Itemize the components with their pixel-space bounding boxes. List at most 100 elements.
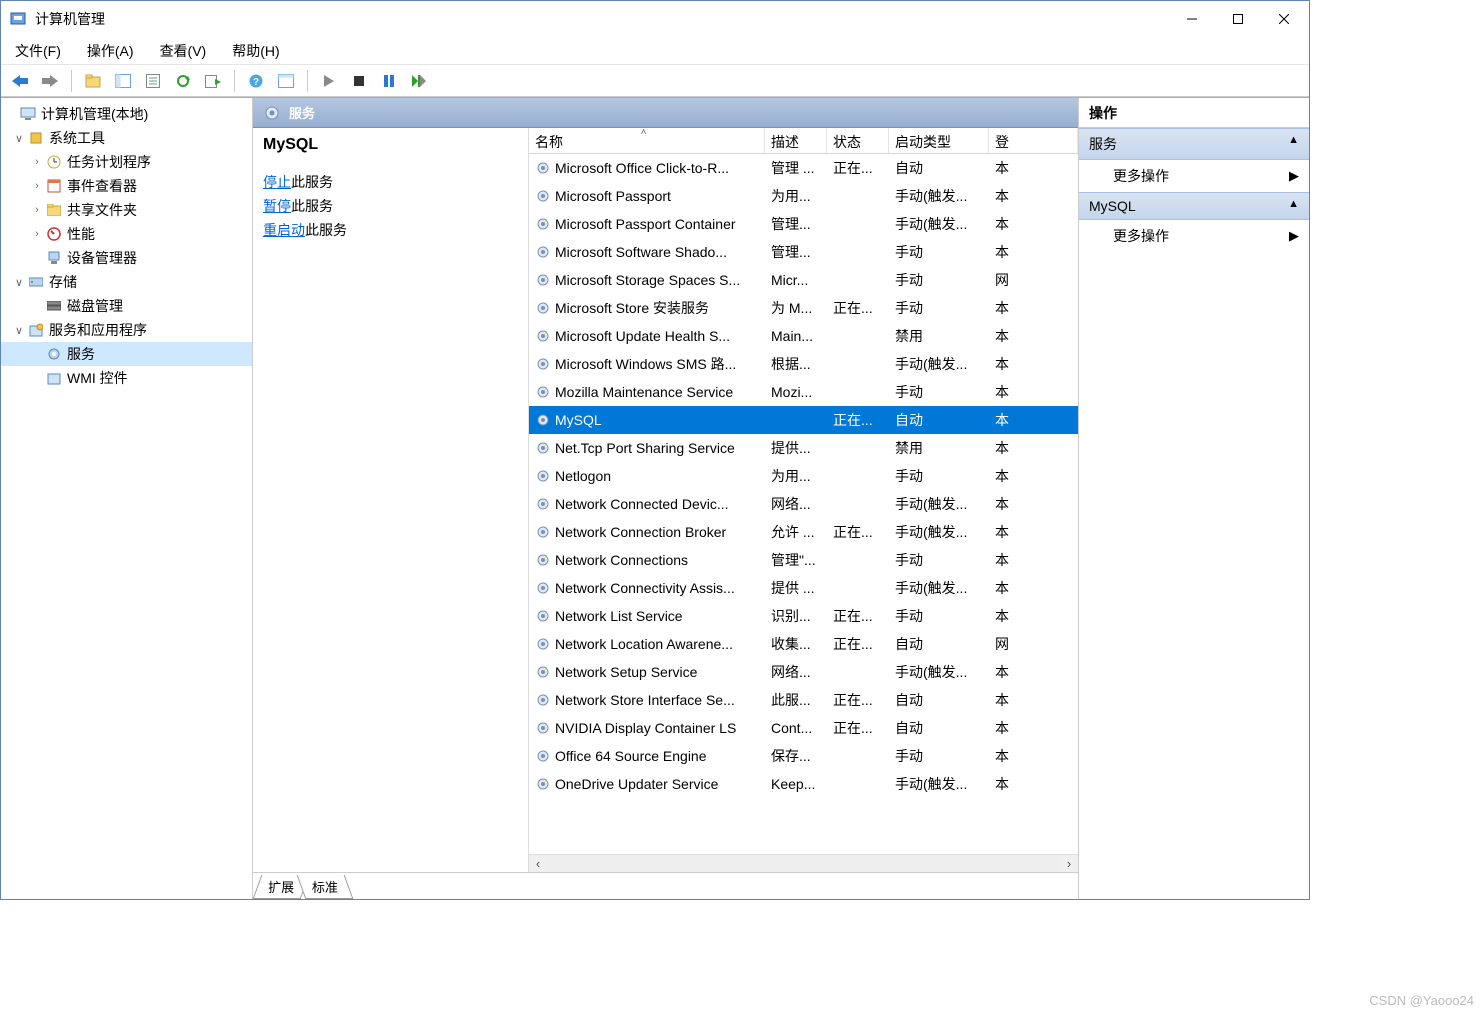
restart-service-button[interactable] [406, 68, 432, 94]
gear-icon [535, 552, 551, 568]
app-window: 计算机管理 文件(F) 操作(A) 查看(V) 帮助(H) ? 计算机管理 [0, 0, 1310, 900]
menu-view[interactable]: 查看(V) [156, 39, 211, 63]
gear-icon [535, 412, 551, 428]
close-button[interactable] [1261, 4, 1307, 34]
disk-icon [45, 297, 63, 315]
table-row[interactable]: Mozilla Maintenance ServiceMozi...手动本 [529, 378, 1078, 406]
restart-link[interactable]: 重启动 [263, 222, 305, 238]
maximize-button[interactable] [1215, 4, 1261, 34]
up-button[interactable] [80, 68, 106, 94]
tab-standard[interactable]: 标准 [297, 875, 354, 899]
table-row[interactable]: Microsoft Windows SMS 路...根据...手动(触发...本 [529, 350, 1078, 378]
col-startup[interactable]: 启动类型 [889, 128, 989, 153]
actions-pane: 操作 服务▲ 更多操作▶ MySQL▲ 更多操作▶ [1079, 98, 1309, 899]
chevron-up-icon: ▲ [1288, 198, 1299, 214]
table-row[interactable]: MySQL正在...自动本 [529, 406, 1078, 434]
forward-button[interactable] [37, 68, 63, 94]
col-status[interactable]: 状态 [827, 128, 889, 153]
nav-event-viewer[interactable]: ›事件查看器 [1, 174, 252, 198]
stop-service-button[interactable] [346, 68, 372, 94]
actions-section-mysql[interactable]: MySQL▲ [1079, 192, 1309, 220]
nav-task-scheduler[interactable]: ›任务计划程序 [1, 150, 252, 174]
table-row[interactable]: Net.Tcp Port Sharing Service提供...禁用本 [529, 434, 1078, 462]
start-service-button[interactable] [316, 68, 342, 94]
view-tabs: 扩展 标准 [253, 873, 1078, 899]
menu-help[interactable]: 帮助(H) [228, 39, 283, 63]
gear-icon [535, 524, 551, 540]
table-row[interactable]: Network Connected Devic...网络...手动(触发...本 [529, 490, 1078, 518]
col-desc[interactable]: 描述 [765, 128, 827, 153]
gear-icon [535, 356, 551, 372]
svg-text:?: ? [253, 77, 259, 88]
table-row[interactable]: Microsoft Storage Spaces S...Micr...手动网 [529, 266, 1078, 294]
app-icon [9, 10, 27, 28]
properties-button[interactable] [140, 68, 166, 94]
table-row[interactable]: Netlogon为用...手动本 [529, 462, 1078, 490]
shared-folder-icon [45, 201, 63, 219]
table-row[interactable]: Microsoft Update Health S...Main...禁用本 [529, 322, 1078, 350]
table-row[interactable]: Microsoft Software Shado...管理...手动本 [529, 238, 1078, 266]
gear-icon [535, 608, 551, 624]
nav-performance[interactable]: ›性能 [1, 222, 252, 246]
col-name[interactable]: 名称 [529, 128, 765, 153]
table-row[interactable]: Microsoft Office Click-to-R...管理 ...正在..… [529, 154, 1078, 182]
chevron-up-icon: ▲ [1288, 134, 1299, 154]
show-hide-tree-button[interactable] [110, 68, 136, 94]
chevron-right-icon: ▶ [1289, 228, 1299, 244]
refresh-button[interactable] [170, 68, 196, 94]
table-row[interactable]: Office 64 Source Engine保存...手动本 [529, 742, 1078, 770]
nav-services-apps[interactable]: ∨服务和应用程序 [1, 318, 252, 342]
actions-more-services[interactable]: 更多操作▶ [1079, 160, 1309, 192]
nav-root[interactable]: 计算机管理(本地) [1, 102, 252, 126]
nav-device-manager[interactable]: 设备管理器 [1, 246, 252, 270]
table-row[interactable]: Microsoft Passport为用...手动(触发...本 [529, 182, 1078, 210]
nav-tree[interactable]: 计算机管理(本地) ∨系统工具 ›任务计划程序 ›事件查看器 ›共享文件夹 ›性… [1, 98, 253, 899]
export-button[interactable] [200, 68, 226, 94]
table-row[interactable]: Microsoft Store 安装服务为 M...正在...手动本 [529, 294, 1078, 322]
gear-icon [535, 216, 551, 232]
table-row[interactable]: Network Store Interface Se...此服...正在...自… [529, 686, 1078, 714]
table-row[interactable]: Network Setup Service网络...手动(触发...本 [529, 658, 1078, 686]
table-row[interactable]: Network Connection Broker允许 ...正在...手动(触… [529, 518, 1078, 546]
minimize-button[interactable] [1169, 4, 1215, 34]
actions-section-services[interactable]: 服务▲ [1079, 128, 1309, 160]
pause-service-button[interactable] [376, 68, 402, 94]
service-rows[interactable]: Microsoft Office Click-to-R...管理 ...正在..… [529, 154, 1078, 854]
table-row[interactable]: Network Location Awarene...收集...正在...自动网 [529, 630, 1078, 658]
table-row[interactable]: Network List Service识别...正在...手动本 [529, 602, 1078, 630]
table-row[interactable]: NVIDIA Display Container LSCont...正在...自… [529, 714, 1078, 742]
gear-icon [535, 692, 551, 708]
nav-storage[interactable]: ∨存储 [1, 270, 252, 294]
table-row[interactable]: Microsoft Passport Container管理...手动(触发..… [529, 210, 1078, 238]
horizontal-scrollbar[interactable]: ‹› [529, 854, 1078, 872]
table-row[interactable]: Network Connectivity Assis...提供 ...手动(触发… [529, 574, 1078, 602]
gear-icon [535, 272, 551, 288]
back-button[interactable] [7, 68, 33, 94]
stop-link[interactable]: 停止 [263, 174, 291, 190]
services-list: 名称 描述 状态 启动类型 登 Microsoft Office Click-t… [529, 128, 1078, 872]
window-title: 计算机管理 [35, 9, 1169, 29]
column-headers[interactable]: 名称 描述 状态 启动类型 登 [529, 128, 1078, 154]
gear-icon [535, 720, 551, 736]
nav-services[interactable]: 服务 [1, 342, 252, 366]
actions-more-mysql[interactable]: 更多操作▶ [1079, 220, 1309, 252]
detail-pane: MySQL 停止此服务 暂停此服务 重启动此服务 [253, 128, 529, 872]
nav-disk-management[interactable]: 磁盘管理 [1, 294, 252, 318]
gear-icon [535, 468, 551, 484]
nav-shared-folders[interactable]: ›共享文件夹 [1, 198, 252, 222]
toolbar: ? [1, 65, 1309, 97]
nav-system-tools[interactable]: ∨系统工具 [1, 126, 252, 150]
actions-title: 操作 [1079, 98, 1309, 128]
event-icon [45, 177, 63, 195]
gear-icon [535, 580, 551, 596]
table-row[interactable]: OneDrive Updater ServiceKeep...手动(触发...本 [529, 770, 1078, 798]
menu-file[interactable]: 文件(F) [11, 39, 65, 63]
menu-action[interactable]: 操作(A) [83, 39, 138, 63]
view-button[interactable] [273, 68, 299, 94]
help-button[interactable]: ? [243, 68, 269, 94]
pause-link[interactable]: 暂停 [263, 198, 291, 214]
clock-icon [45, 153, 63, 171]
table-row[interactable]: Network Connections管理"...手动本 [529, 546, 1078, 574]
col-logon[interactable]: 登 [989, 128, 1078, 153]
nav-wmi[interactable]: WMI 控件 [1, 366, 252, 390]
